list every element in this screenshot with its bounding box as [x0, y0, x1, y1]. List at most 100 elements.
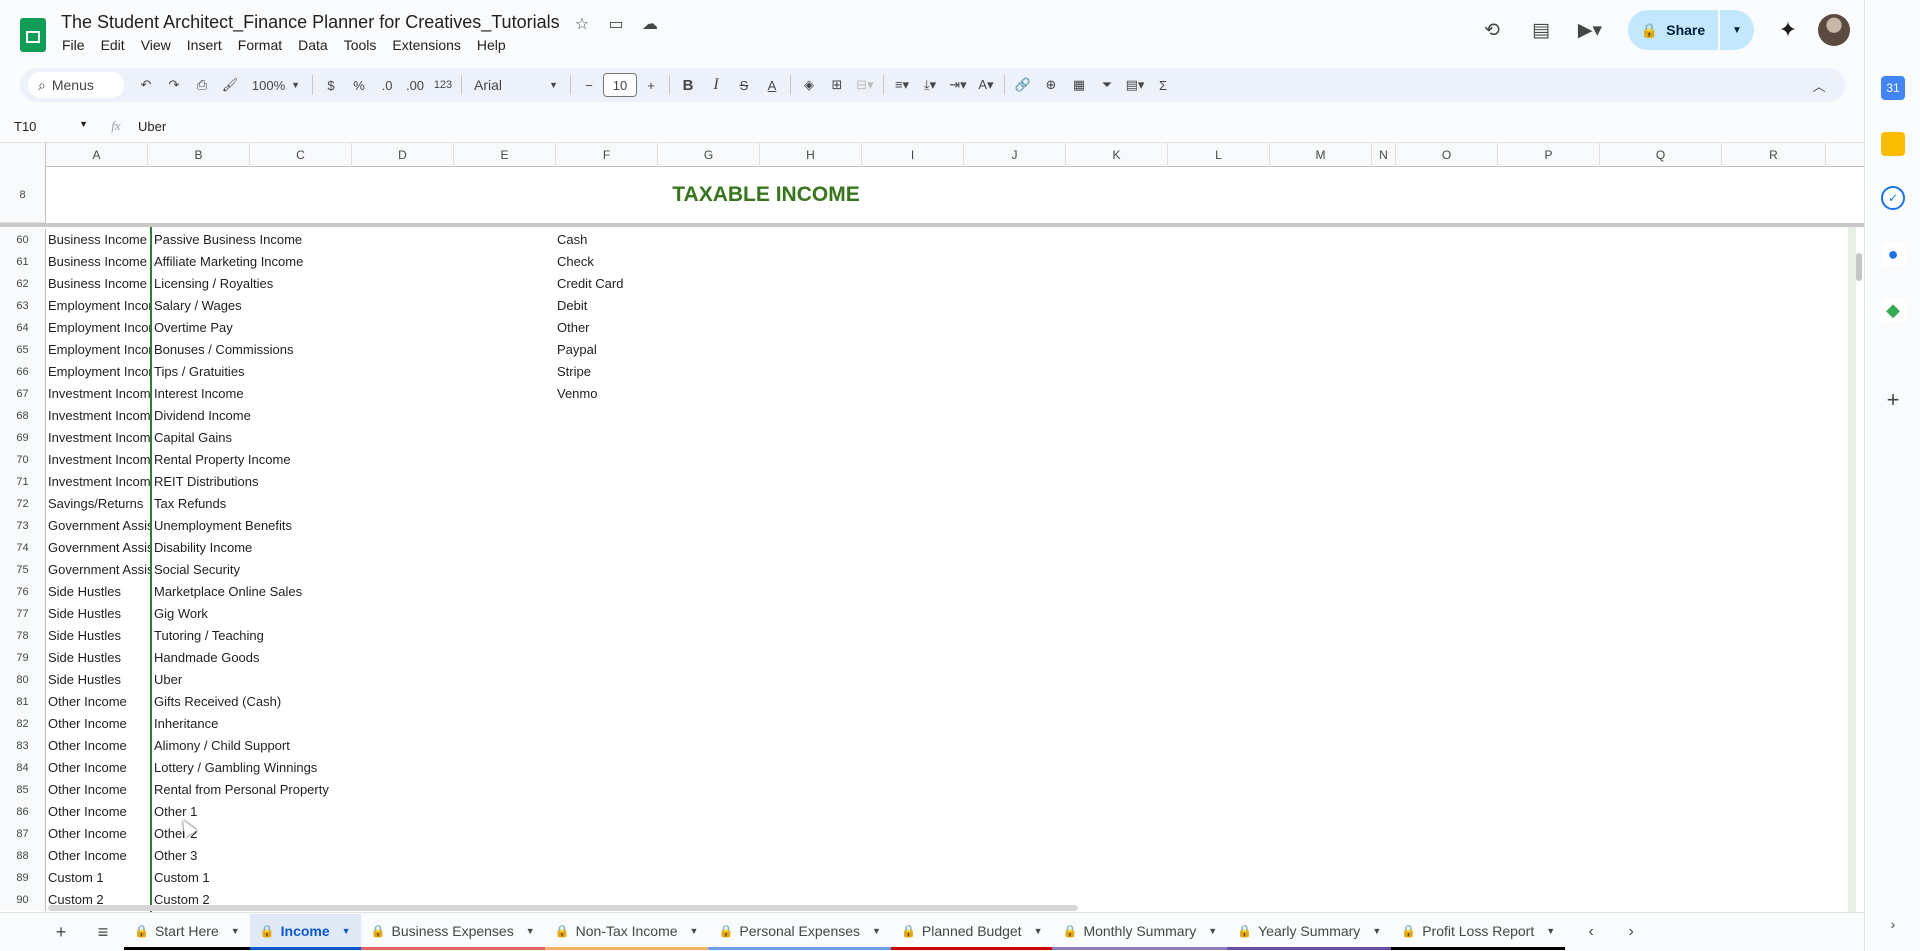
- row-header[interactable]: 71: [0, 471, 46, 493]
- column-header-g[interactable]: G: [658, 143, 760, 167]
- print-icon[interactable]: ⎙: [188, 71, 216, 99]
- avatar[interactable]: [1818, 14, 1850, 46]
- row-header[interactable]: 63: [0, 295, 46, 317]
- cell-category[interactable]: Other Income: [48, 691, 150, 713]
- row-header[interactable]: 65: [0, 339, 46, 361]
- cell-category[interactable]: Savings/Returns: [48, 493, 150, 515]
- currency-format-button[interactable]: $: [317, 71, 345, 99]
- cell-category[interactable]: Other Income: [48, 779, 150, 801]
- tab-income[interactable]: 🔒 Income ▼: [249, 914, 361, 950]
- cell-subcategory[interactable]: Tips / Gratuities: [154, 361, 454, 383]
- cell-payment-method[interactable]: [557, 801, 757, 823]
- tab-start-here[interactable]: 🔒 Start Here ▼: [124, 914, 250, 950]
- tab-personal-expenses[interactable]: 🔒 Personal Expenses ▼: [708, 914, 891, 950]
- version-history-icon[interactable]: ⟲: [1472, 10, 1512, 50]
- scroll-tabs-right-icon[interactable]: ›: [1611, 915, 1651, 949]
- column-header-a[interactable]: A: [46, 143, 148, 167]
- cell-payment-method[interactable]: Credit Card: [557, 273, 757, 295]
- row-header[interactable]: 84: [0, 757, 46, 779]
- cell-payment-method[interactable]: Debit: [557, 295, 757, 317]
- font-size-input[interactable]: 10: [603, 73, 637, 97]
- row-header[interactable]: 74: [0, 537, 46, 559]
- functions-button[interactable]: Σ: [1149, 71, 1177, 99]
- column-header-k[interactable]: K: [1066, 143, 1168, 167]
- cell-subcategory[interactable]: Licensing / Royalties: [154, 273, 454, 295]
- cell-subcategory[interactable]: REIT Distributions: [154, 471, 454, 493]
- more-formats-button[interactable]: 123: [429, 71, 457, 99]
- formula-input[interactable]: Uber: [136, 119, 166, 134]
- select-all-corner[interactable]: [0, 143, 46, 167]
- meet-icon[interactable]: ▶▾: [1570, 10, 1610, 50]
- cell-category[interactable]: Employment Income: [48, 361, 150, 383]
- percent-format-button[interactable]: %: [345, 71, 373, 99]
- section-title[interactable]: TAXABLE INCOME: [46, 167, 1486, 223]
- share-button[interactable]: 🔒 Share: [1628, 10, 1718, 50]
- menu-format[interactable]: Format: [230, 37, 290, 53]
- row-header[interactable]: 83: [0, 735, 46, 757]
- strikethrough-icon[interactable]: S: [730, 71, 758, 99]
- cell-category[interactable]: Other Income: [48, 823, 150, 845]
- name-box[interactable]: T10 ▼: [0, 119, 96, 134]
- chevron-down-icon[interactable]: ▼: [1208, 926, 1217, 936]
- cell-payment-method[interactable]: Stripe: [557, 361, 757, 383]
- cell-category[interactable]: Other Income: [48, 713, 150, 735]
- collapse-toolbar-icon[interactable]: ︿: [1805, 71, 1833, 99]
- cell-payment-method[interactable]: [557, 449, 757, 471]
- cell-category[interactable]: Investment Income: [48, 405, 150, 427]
- all-sheets-icon[interactable]: ≡: [82, 915, 124, 949]
- freeze-divider[interactable]: [0, 223, 1864, 227]
- cell-payment-method[interactable]: [557, 669, 757, 691]
- cell-subcategory[interactable]: Lottery / Gambling Winnings: [154, 757, 454, 779]
- cell-category[interactable]: Employment Income: [48, 317, 150, 339]
- cell-payment-method[interactable]: [557, 405, 757, 427]
- cell-category[interactable]: Other Income: [48, 757, 150, 779]
- cell-category[interactable]: Government Assistance: [48, 559, 150, 581]
- cell-payment-method[interactable]: [557, 647, 757, 669]
- increase-decimal-button[interactable]: .00: [401, 71, 429, 99]
- row-header[interactable]: 77: [0, 603, 46, 625]
- cell-payment-method[interactable]: [557, 537, 757, 559]
- cell-subcategory[interactable]: Interest Income: [154, 383, 454, 405]
- cell-payment-method[interactable]: [557, 845, 757, 867]
- row-header[interactable]: 72: [0, 493, 46, 515]
- undo-icon[interactable]: ↶: [132, 71, 160, 99]
- cell-category[interactable]: Other Income: [48, 735, 150, 757]
- row-header[interactable]: 61: [0, 251, 46, 273]
- column-header-q[interactable]: Q: [1600, 143, 1722, 167]
- cell-subcategory[interactable]: Overtime Pay: [154, 317, 454, 339]
- row-header[interactable]: 62: [0, 273, 46, 295]
- cell-category[interactable]: Custom 1: [48, 867, 150, 889]
- paint-format-icon[interactable]: 🖌: [216, 71, 244, 99]
- zoom-select[interactable]: 100% ▼: [244, 71, 308, 99]
- menu-help[interactable]: Help: [469, 37, 514, 53]
- row-header[interactable]: 67: [0, 383, 46, 405]
- cell-subcategory[interactable]: Passive Business Income: [154, 229, 454, 251]
- cell-payment-method[interactable]: [557, 471, 757, 493]
- cell-payment-method[interactable]: [557, 515, 757, 537]
- cell-payment-method[interactable]: [557, 427, 757, 449]
- chevron-down-icon[interactable]: ▼: [690, 926, 699, 936]
- cell-subcategory[interactable]: Capital Gains: [154, 427, 454, 449]
- cell-subcategory[interactable]: Bonuses / Commissions: [154, 339, 454, 361]
- cell-category[interactable]: Investment Income: [48, 471, 150, 493]
- contacts-icon[interactable]: ●: [1881, 242, 1905, 266]
- cell-payment-method[interactable]: Cash: [557, 229, 757, 251]
- decrease-decimal-button[interactable]: .0: [373, 71, 401, 99]
- insert-link-icon[interactable]: 🔗: [1009, 71, 1037, 99]
- cell-subcategory[interactable]: Inheritance: [154, 713, 454, 735]
- cell-subcategory[interactable]: Dividend Income: [154, 405, 454, 427]
- menu-view[interactable]: View: [133, 37, 179, 53]
- text-wrapping-icon[interactable]: ⇥▾: [944, 71, 972, 99]
- comments-icon[interactable]: ▤: [1521, 10, 1561, 50]
- tab-monthly-summary[interactable]: 🔒 Monthly Summary ▼: [1052, 914, 1228, 950]
- bold-button[interactable]: B: [674, 71, 702, 99]
- fill-color-icon[interactable]: ◈: [795, 71, 823, 99]
- row-header[interactable]: 82: [0, 713, 46, 735]
- row-header[interactable]: 89: [0, 867, 46, 889]
- cell-subcategory[interactable]: Other 2: [154, 823, 454, 845]
- cell-category[interactable]: Side Hustles: [48, 625, 150, 647]
- cell-payment-method[interactable]: Check: [557, 251, 757, 273]
- row-header[interactable]: 90: [0, 889, 46, 911]
- row-header[interactable]: 60: [0, 229, 46, 251]
- cell-payment-method[interactable]: [557, 779, 757, 801]
